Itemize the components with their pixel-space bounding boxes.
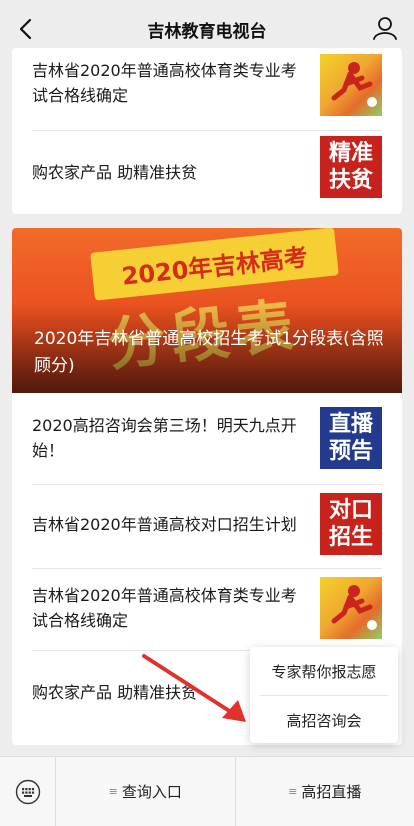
menu-lines-icon: ≡ [288,785,298,798]
sport-thumbnail [320,54,382,116]
thumbnail-text: 对口招生 [328,498,373,550]
article-card-top: 吉林省2020年普通高校体育类专业考试合格线确定 购农家产品 助精准扶贫 精准扶… [12,48,402,214]
menu-item-expert-advice[interactable]: 专家帮你报志愿 [250,647,398,695]
banner-title: 2020年吉林省普通高校招生考试1分段表(含照顾分) [34,329,384,376]
divider [32,484,382,485]
tab-query-entrance[interactable]: ≡ 查询入口 [56,757,236,826]
keyboard-icon[interactable] [0,757,56,826]
article-item[interactable]: 2020高招咨询会第三场！明天九点开始！ 直播预告 [32,398,382,478]
article-title: 吉林省2020年普通高校体育类专业考试合格线确定 [32,61,297,105]
article-title: 吉林省2020年普通高校体育类专业考试合格线确定 [32,586,297,630]
headline-banner[interactable]: 2020年吉林高考 分段表 2020年吉林省普通高校招生考试1分段表(含照顾分) [12,228,402,393]
menu-item-consultation[interactable]: 高招咨询会 [250,696,398,744]
tab-admission-live[interactable]: ≡ 高招直播 [236,757,414,826]
article-title: 2020高招咨询会第三场！明天九点开始！ [32,416,297,460]
bottom-menu-bar: ≡ 查询入口 ≡ 高招直播 [0,756,414,826]
user-icon[interactable] [370,13,400,43]
tab-label: 高招直播 [301,783,362,801]
sport-thumbnail [320,577,382,639]
page-title: 吉林教育电视台 [147,21,267,42]
article-title: 吉林省2020年普通高校对口招生计划 [32,514,297,534]
article-item[interactable]: 吉林省2020年普通高校对口招生计划 对口招生 [32,486,382,562]
divider [32,130,382,131]
poverty-thumbnail: 精准扶贫 [320,136,382,198]
back-icon[interactable] [10,14,40,44]
menu-lines-icon: ≡ [108,785,118,798]
live-preview-thumbnail: 直播预告 [320,407,382,469]
article-item[interactable]: 吉林省2020年普通高校体育类专业考试合格线确定 [32,570,382,646]
thumbnail-text: 直播预告 [328,412,373,464]
submenu-popup: 专家帮你报志愿 高招咨询会 [250,647,398,743]
article-item[interactable]: 购农家产品 助精准扶贫 精准扶贫 [32,132,382,212]
admission-thumbnail: 对口招生 [320,493,382,555]
article-title: 购农家产品 助精准扶贫 [32,162,198,182]
tab-label: 查询入口 [121,783,182,801]
thumbnail-text: 精准扶贫 [328,141,373,193]
divider [32,568,382,569]
article-item[interactable]: 吉林省2020年普通高校体育类专业考试合格线确定 [32,54,382,116]
